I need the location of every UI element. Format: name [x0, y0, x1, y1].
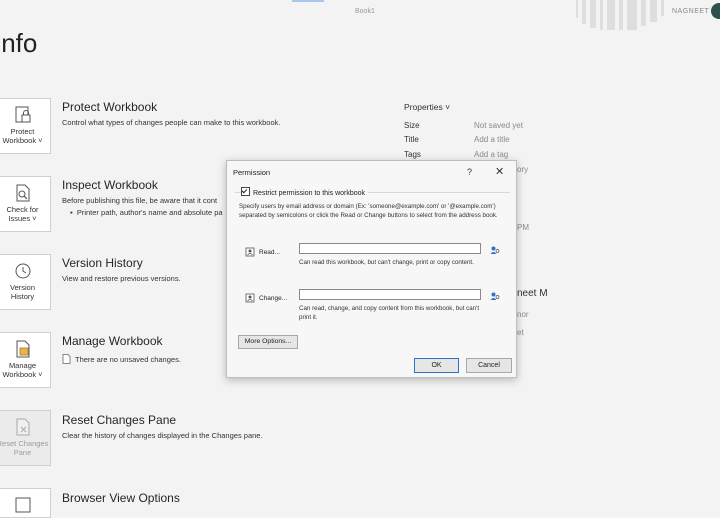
version-history-button[interactable]: Version History: [0, 254, 51, 310]
check-for-issues-button[interactable]: Check for Issues ˅: [0, 176, 51, 232]
manage-workbook-description: There are no unsaved changes.: [75, 355, 181, 364]
more-options-button[interactable]: More Options...: [238, 335, 298, 349]
manage-workbook-button[interactable]: Manage Workbook ˅: [0, 332, 51, 388]
property-fragment: neet M: [517, 288, 548, 299]
reset-changes-pane-heading: Reset Changes Pane: [62, 413, 177, 427]
inspect-workbook-description: Before publishing this file, be aware th…: [62, 196, 218, 205]
document-icon: [62, 354, 71, 364]
read-users-input[interactable]: [299, 243, 481, 254]
read-button[interactable]: Read...: [245, 247, 280, 257]
document-title: Book1: [355, 8, 375, 15]
browser-view-options-button[interactable]: [0, 488, 51, 518]
property-title-value[interactable]: Add a title: [474, 135, 510, 144]
address-book-icon: [245, 293, 255, 303]
restrict-permission-checkbox[interactable]: Restrict permission to this workbook: [241, 187, 369, 197]
permission-instructions: Specify users by email address or domain…: [239, 203, 498, 219]
browser-view-icon: [15, 497, 30, 513]
change-button-label: Change...: [259, 295, 288, 302]
lock-icon: [15, 106, 30, 123]
help-icon[interactable]: ?: [467, 167, 472, 177]
property-fragment: ory: [517, 165, 529, 174]
manage-workbook-button-label: Manage Workbook ˅: [2, 361, 43, 379]
user-name[interactable]: NAGNEET: [672, 8, 709, 15]
dialog-title: Permission: [233, 168, 271, 177]
property-tags-label: Tags: [404, 150, 421, 159]
version-history-heading: Version History: [62, 256, 143, 270]
reset-changes-icon: [16, 418, 29, 436]
address-book-lookup-icon[interactable]: [490, 291, 500, 301]
change-button[interactable]: Change...: [245, 293, 287, 303]
inspect-workbook-bullet: ▪ Printer path, author's name and absolu…: [70, 208, 223, 217]
ok-button[interactable]: OK: [414, 358, 459, 373]
title-bar: Book1 NAGNEET: [0, 0, 720, 30]
history-icon: [15, 263, 30, 279]
property-tags-value[interactable]: Add a tag: [474, 150, 508, 159]
property-size-value: Not saved yet: [474, 121, 523, 130]
version-history-button-label: Version History: [9, 283, 36, 301]
inspect-document-icon: [16, 184, 29, 202]
property-fragment: PM: [517, 223, 529, 232]
property-fragment: et: [517, 328, 524, 337]
check-for-issues-button-label: Check for Issues ˅: [6, 205, 39, 223]
read-permission-description: Can read this workbook, but can't change…: [299, 259, 474, 266]
manage-workbook-heading: Manage Workbook: [62, 334, 163, 348]
protect-workbook-description: Control what types of changes people can…: [62, 118, 281, 127]
manage-workbook-status: There are no unsaved changes.: [62, 354, 181, 364]
change-permission-description: Can read, change, and copy content from …: [299, 305, 480, 321]
version-history-description: View and restore previous versions.: [62, 274, 181, 283]
address-book-lookup-icon[interactable]: [490, 245, 500, 255]
property-title-label: Title: [404, 135, 419, 144]
reset-changes-pane-button-label: Reset Changes Pane: [0, 439, 49, 457]
title-bar-accent: [292, 0, 324, 2]
cancel-button[interactable]: Cancel: [466, 358, 512, 373]
protect-workbook-button-label: Protect Workbook ˅: [2, 127, 43, 145]
permission-dialog: Permission ? ✕ Restrict permission to th…: [226, 160, 517, 378]
protect-workbook-button[interactable]: Protect Workbook ˅: [0, 98, 51, 154]
bullet-icon: ▪: [70, 208, 73, 217]
inspect-workbook-bullet-text: Printer path, author's name and absolute…: [76, 208, 223, 217]
change-users-input[interactable]: [299, 289, 481, 300]
checkbox-checked-icon[interactable]: [241, 187, 250, 196]
property-fragment: nor: [517, 310, 529, 319]
protect-workbook-heading: Protect Workbook: [62, 100, 158, 114]
page-title: Info: [0, 28, 38, 58]
manage-workbook-icon: [16, 340, 29, 358]
property-size-label: Size: [404, 121, 420, 130]
address-book-icon: [245, 247, 255, 257]
browser-view-options-heading: Browser View Options: [62, 491, 180, 505]
close-icon[interactable]: ✕: [495, 165, 504, 178]
properties-dropdown[interactable]: Properties ˅: [404, 102, 450, 112]
restrict-permission-label: Restrict permission to this workbook: [253, 190, 366, 197]
inspect-workbook-heading: Inspect Workbook: [62, 178, 158, 192]
read-button-label: Read...: [259, 249, 280, 256]
title-bar-pattern: [576, 0, 672, 30]
reset-changes-pane-description: Clear the history of changes displayed i…: [62, 431, 263, 440]
reset-changes-pane-button[interactable]: Reset Changes Pane: [0, 410, 51, 466]
avatar[interactable]: [711, 3, 720, 19]
